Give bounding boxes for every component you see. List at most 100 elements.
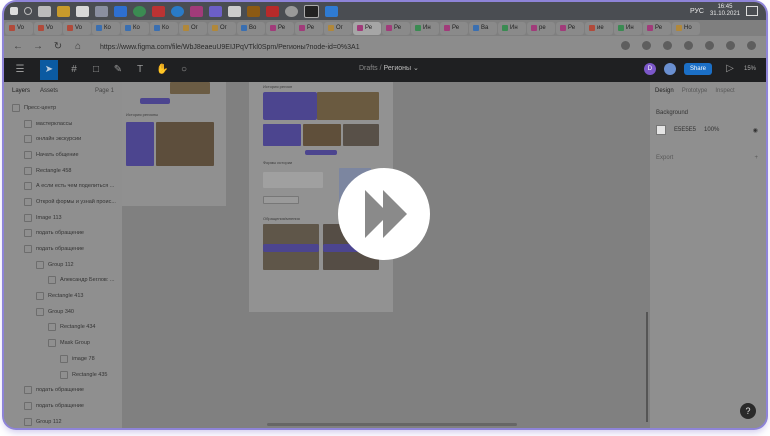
browser-tab[interactable]: ре bbox=[527, 21, 555, 35]
url-field[interactable]: https://www.figma.com/file/WbJ8eaeuU9EIJ… bbox=[100, 44, 620, 51]
browser-tab[interactable]: Ог bbox=[324, 21, 352, 35]
present-icon[interactable]: ▷ bbox=[724, 63, 736, 75]
layer-row[interactable]: подать обращение bbox=[4, 226, 122, 242]
layer-row[interactable]: подать обращение bbox=[4, 241, 122, 257]
layer-row[interactable]: Александр Беглов: ... bbox=[4, 273, 122, 289]
background-hex[interactable]: E5E5E5 bbox=[674, 127, 696, 133]
browser-tab[interactable]: Но bbox=[672, 21, 700, 35]
help-icon[interactable]: ? bbox=[740, 403, 756, 419]
illustrator-icon[interactable] bbox=[247, 5, 260, 17]
frame-tool-icon[interactable]: # bbox=[68, 64, 80, 76]
layer-row[interactable]: подать обращение bbox=[4, 398, 122, 414]
browser-tab[interactable]: Ог bbox=[208, 21, 236, 35]
pycharm-icon[interactable] bbox=[304, 4, 319, 18]
layer-row[interactable]: Начать общение bbox=[4, 147, 122, 163]
layer-row[interactable]: Rectangle 434 bbox=[4, 320, 122, 336]
tray-clock[interactable]: 16:45 31.10.2021 bbox=[710, 4, 740, 18]
layer-row[interactable]: Mask Group bbox=[4, 335, 122, 351]
text-tool-icon[interactable]: T bbox=[134, 64, 146, 76]
browser-tab[interactable]: Ин bbox=[614, 21, 642, 35]
browser-tab[interactable]: Ре bbox=[266, 21, 294, 35]
tab-assets[interactable]: Assets bbox=[40, 88, 58, 94]
share-button[interactable]: Share bbox=[683, 63, 712, 75]
browser-tab[interactable]: Ре bbox=[382, 21, 410, 35]
hand-tool-icon[interactable]: ✋ bbox=[156, 64, 168, 76]
tab-design[interactable]: Design bbox=[655, 88, 674, 94]
move-tool-icon[interactable]: ➤ bbox=[40, 60, 58, 80]
plus-icon[interactable]: + bbox=[754, 155, 758, 161]
taskview-icon[interactable] bbox=[38, 5, 51, 17]
browser-tab[interactable]: ие bbox=[585, 21, 613, 35]
extension-icon[interactable] bbox=[684, 41, 693, 50]
extension-icon[interactable] bbox=[663, 41, 672, 50]
canvas-frame-a[interactable]: История регионы bbox=[122, 82, 226, 206]
browser-tab[interactable]: Ре bbox=[295, 21, 323, 35]
browser-tab[interactable]: Ко bbox=[150, 21, 178, 35]
extension-icon[interactable] bbox=[621, 41, 630, 50]
browser-tab[interactable]: Ре bbox=[440, 21, 468, 35]
back-icon[interactable]: ← bbox=[12, 41, 24, 53]
layer-row[interactable]: image 78 bbox=[4, 351, 122, 367]
tab-prototype[interactable]: Prototype bbox=[682, 88, 708, 94]
menu-icon[interactable]: ☰ bbox=[14, 64, 26, 76]
layer-row[interactable]: онлайн экскурсии bbox=[4, 131, 122, 147]
folder-icon[interactable] bbox=[57, 5, 70, 17]
layer-row[interactable]: Пресс-центр bbox=[4, 100, 122, 116]
layer-row[interactable]: Image 113 bbox=[4, 210, 122, 226]
search-icon[interactable] bbox=[24, 7, 32, 15]
horizontal-scrollbar[interactable] bbox=[267, 423, 517, 426]
breadcrumb-file[interactable]: Регионы bbox=[384, 65, 412, 72]
layer-row[interactable]: А если есть чем поделиться ... bbox=[4, 178, 122, 194]
extension-icon[interactable] bbox=[705, 41, 714, 50]
browser-tab[interactable]: Ог bbox=[179, 21, 207, 35]
layer-row[interactable]: мастерклассы bbox=[4, 116, 122, 132]
unity-icon[interactable] bbox=[285, 5, 298, 17]
comment-tool-icon[interactable]: ○ bbox=[178, 64, 190, 76]
breadcrumb-parent[interactable]: Drafts bbox=[359, 65, 378, 72]
chevron-down-icon[interactable]: ⌄ bbox=[413, 65, 419, 72]
browser-tab[interactable]: Ва bbox=[469, 21, 497, 35]
figma-icon[interactable] bbox=[190, 5, 203, 17]
vscode-icon[interactable] bbox=[325, 5, 338, 17]
adobe-icon[interactable] bbox=[228, 5, 241, 17]
layer-row[interactable]: Открой формы и узнай проис... bbox=[4, 194, 122, 210]
windows-icon[interactable] bbox=[10, 7, 18, 15]
chrome-icon[interactable] bbox=[133, 5, 146, 17]
check-icon[interactable] bbox=[114, 5, 127, 17]
browser-tab[interactable]: Ре bbox=[643, 21, 671, 35]
background-opacity[interactable]: 100% bbox=[704, 127, 719, 133]
reload-icon[interactable]: ↻ bbox=[52, 41, 64, 53]
photoshop-icon[interactable] bbox=[266, 5, 279, 17]
layer-row[interactable]: Rectangle 435 bbox=[4, 367, 122, 383]
background-swatch[interactable] bbox=[656, 125, 666, 135]
browser-tab[interactable]: Ре bbox=[556, 21, 584, 35]
zoom-level[interactable]: 15% bbox=[744, 66, 756, 72]
layer-row[interactable]: Group 112 bbox=[4, 414, 122, 428]
browser-tab[interactable]: Vo bbox=[34, 21, 62, 35]
play-button[interactable] bbox=[338, 168, 430, 260]
avatar[interactable]: D bbox=[643, 63, 656, 75]
music-icon[interactable] bbox=[152, 5, 165, 17]
browser-tab[interactable]: Ко bbox=[92, 21, 120, 35]
notification-icon[interactable] bbox=[746, 6, 758, 16]
layer-row[interactable]: Group 112 bbox=[4, 257, 122, 273]
extension-icon[interactable] bbox=[642, 41, 651, 50]
browser-tab[interactable]: Ин bbox=[411, 21, 439, 35]
store-icon[interactable] bbox=[76, 5, 89, 17]
layer-row[interactable]: Group 340 bbox=[4, 304, 122, 320]
tab-layers[interactable]: Layers bbox=[12, 88, 30, 94]
mail-icon[interactable] bbox=[95, 5, 108, 17]
browser-tab[interactable]: Vo bbox=[5, 21, 33, 35]
forward-icon[interactable]: → bbox=[32, 41, 44, 53]
browser-tab[interactable]: Ре bbox=[353, 21, 381, 35]
layer-row[interactable]: Rectangle 458 bbox=[4, 163, 122, 179]
layer-row[interactable]: Rectangle 413 bbox=[4, 288, 122, 304]
skype-icon[interactable] bbox=[171, 5, 184, 17]
tray-lang[interactable]: РУС bbox=[690, 8, 704, 15]
browser-tab[interactable]: Ин bbox=[498, 21, 526, 35]
discord-icon[interactable] bbox=[209, 5, 222, 17]
home-icon[interactable]: ⌂ bbox=[72, 41, 84, 53]
avatar-user-icon[interactable] bbox=[663, 63, 676, 75]
extension-icon[interactable] bbox=[747, 41, 756, 50]
pen-tool-icon[interactable]: ✎ bbox=[112, 64, 124, 76]
